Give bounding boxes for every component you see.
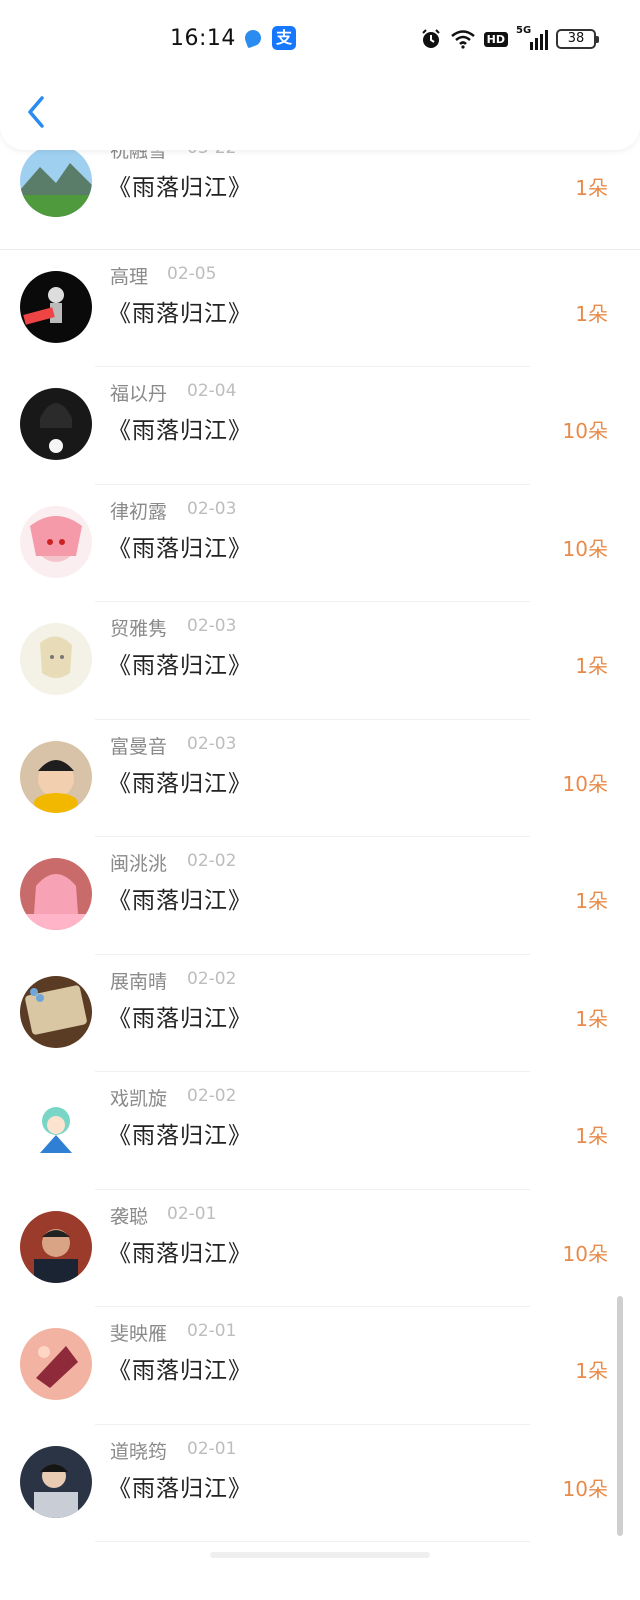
- avatar[interactable]: [20, 388, 92, 460]
- gift-record-list: 祝融雪03-22《雨落归江》1朵高理02-05《雨落归江》1朵福以丹02-04《…: [0, 138, 640, 1542]
- book-title: 《雨落归江》: [108, 1123, 252, 1149]
- avatar[interactable]: [20, 975, 92, 1048]
- record-date: 02-03: [187, 498, 237, 519]
- list-item[interactable]: 展南晴 02-02 《雨落归江》 1朵: [0, 955, 640, 1072]
- book-title: 《雨落归江》: [108, 175, 252, 201]
- hd-badge: HD: [483, 31, 508, 47]
- avatar[interactable]: [20, 505, 92, 578]
- scrollbar[interactable]: [617, 1296, 623, 1536]
- app-notification-icon: [242, 27, 264, 49]
- avatar[interactable]: [20, 740, 92, 813]
- list-item[interactable]: 戏凯旋 02-02 《雨落归江》 1朵: [0, 1072, 640, 1190]
- record-date: 02-03: [187, 733, 237, 754]
- divider: [95, 1541, 530, 1542]
- record-date: 02-05: [167, 263, 217, 284]
- book-title: 《雨落归江》: [108, 418, 252, 444]
- list-item[interactable]: 高理 02-05 《雨落归江》 1朵: [0, 250, 640, 367]
- book-title: 《雨落归江》: [108, 300, 252, 327]
- book-title: 《雨落归江》: [108, 1240, 252, 1267]
- book-title: 《雨落归江》: [108, 770, 252, 797]
- avatar[interactable]: [20, 145, 92, 217]
- book-title: 《雨落归江》: [108, 1475, 252, 1502]
- user-name[interactable]: 袭聪: [110, 1202, 148, 1229]
- chevron-left-icon[interactable]: [22, 92, 50, 132]
- flower-count: 10朵: [562, 1476, 608, 1501]
- avatar[interactable]: [20, 623, 92, 695]
- status-bar: 16:14 支 HD 5G 38: [0, 22, 640, 58]
- user-name[interactable]: 富曼音: [110, 732, 167, 759]
- alipay-icon: 支: [272, 26, 296, 50]
- book-title: 《雨落归江》: [108, 888, 252, 914]
- alarm-icon: [421, 29, 440, 48]
- signal-icon: 5G: [516, 25, 548, 50]
- record-date: 02-03: [187, 616, 237, 636]
- network-label: 5G: [516, 25, 532, 36]
- record-date: 02-02: [187, 968, 237, 989]
- flower-count: 1朵: [575, 176, 608, 200]
- record-date: 02-01: [167, 1203, 217, 1224]
- wifi-icon: [450, 30, 475, 49]
- flower-count: 10朵: [562, 771, 608, 796]
- user-name[interactable]: 戏凯旋: [110, 1084, 167, 1111]
- record-date: 02-01: [187, 1321, 237, 1341]
- user-name[interactable]: 福以丹: [110, 379, 167, 406]
- book-title: 《雨落归江》: [108, 653, 252, 679]
- list-item[interactable]: 贸雅隽 02-03 《雨落归江》 1朵: [0, 602, 640, 720]
- record-date: 02-02: [187, 851, 237, 871]
- list-item[interactable]: 斐映雁 02-01 《雨落归江》 1朵: [0, 1307, 640, 1425]
- list-item[interactable]: 富曼音 02-03 《雨落归江》 10朵: [0, 720, 640, 837]
- list-item[interactable]: 道晓筠 02-01 《雨落归江》 10朵: [0, 1425, 640, 1542]
- record-date: 02-02: [187, 1086, 237, 1106]
- battery-indicator: 38: [556, 29, 599, 49]
- user-name[interactable]: 展南晴: [110, 967, 167, 994]
- flower-count: 1朵: [575, 1359, 608, 1383]
- list-item[interactable]: 祝融雪03-22《雨落归江》1朵: [0, 138, 640, 250]
- book-title: 《雨落归江》: [108, 1005, 252, 1032]
- list-item[interactable]: 律初露 02-03 《雨落归江》 10朵: [0, 485, 640, 602]
- user-name[interactable]: 道晓筠: [110, 1437, 167, 1464]
- flower-count: 1朵: [575, 889, 608, 913]
- avatar[interactable]: [20, 858, 92, 930]
- list-item[interactable]: 福以丹 02-04 《雨落归江》 10朵: [0, 367, 640, 485]
- user-name[interactable]: 闽洮洮: [110, 849, 167, 876]
- flower-count: 10朵: [562, 1241, 608, 1266]
- avatar[interactable]: [20, 1210, 92, 1283]
- list-item[interactable]: 闽洮洮 02-02 《雨落归江》 1朵: [0, 837, 640, 955]
- user-name[interactable]: 斐映雁: [110, 1319, 167, 1346]
- avatar[interactable]: [20, 270, 92, 343]
- avatar[interactable]: [20, 1093, 92, 1165]
- avatar[interactable]: [20, 1445, 92, 1518]
- user-name[interactable]: 贸雅隽: [110, 614, 167, 641]
- top-bar: 16:14 支 HD 5G 38: [0, 0, 640, 150]
- record-date: 02-04: [187, 381, 237, 401]
- flower-count: 10朵: [562, 536, 608, 561]
- book-title: 《雨落归江》: [108, 1358, 252, 1384]
- list-item[interactable]: 袭聪 02-01 《雨落归江》 10朵: [0, 1190, 640, 1307]
- book-title: 《雨落归江》: [108, 535, 252, 562]
- user-name[interactable]: 律初露: [110, 497, 167, 524]
- record-date: 02-01: [187, 1438, 237, 1459]
- home-indicator: [210, 1552, 430, 1558]
- user-name[interactable]: 高理: [110, 262, 148, 289]
- flower-count: 1朵: [575, 301, 608, 326]
- avatar[interactable]: [20, 1328, 92, 1400]
- status-icons: HD 5G 38: [420, 25, 599, 51]
- flower-count: 1朵: [575, 1006, 608, 1031]
- status-time: 16:14: [170, 26, 236, 51]
- flower-count: 10朵: [562, 419, 608, 443]
- flower-count: 1朵: [575, 1124, 608, 1148]
- flower-count: 1朵: [575, 654, 608, 678]
